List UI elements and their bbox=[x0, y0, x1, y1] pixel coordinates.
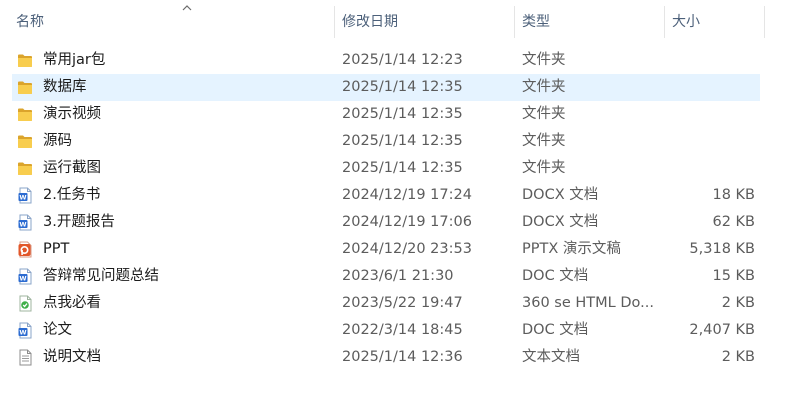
file-type: 文件夹 bbox=[522, 133, 566, 149]
folder-icon bbox=[17, 52, 33, 69]
column-header-type[interactable]: 类型 bbox=[522, 0, 662, 44]
column-header-date[interactable]: 修改日期 bbox=[342, 0, 512, 44]
file-size bbox=[667, 101, 755, 128]
file-size: 18 KB bbox=[712, 187, 755, 203]
file-type: 文件夹 bbox=[522, 52, 566, 68]
word-doc-icon: W bbox=[17, 322, 33, 339]
word-doc-icon: W bbox=[17, 268, 33, 285]
folder-icon bbox=[17, 79, 33, 96]
file-modified-date: 2025/1/14 12:35 bbox=[342, 106, 463, 122]
svg-text:W: W bbox=[19, 275, 26, 283]
folder-icon bbox=[17, 160, 33, 177]
file-type: DOC 文档 bbox=[522, 268, 589, 284]
file-size: 62 KB bbox=[712, 214, 755, 230]
file-type: PPTX 演示文稿 bbox=[522, 241, 621, 257]
svg-text:W: W bbox=[19, 329, 26, 337]
file-modified-date: 2025/1/14 12:35 bbox=[342, 79, 463, 95]
file-modified-date: 2025/1/14 12:35 bbox=[342, 133, 463, 149]
word-doc-icon: W bbox=[17, 187, 33, 204]
file-name: 3.开题报告 bbox=[43, 214, 115, 230]
file-name: 答辩常见问题总结 bbox=[43, 268, 159, 284]
file-size: 15 KB bbox=[712, 268, 755, 284]
column-header-name-label: 名称 bbox=[16, 14, 44, 30]
file-name: 2.任务书 bbox=[43, 187, 101, 203]
file-type: 文本文档 bbox=[522, 349, 580, 365]
svg-text:W: W bbox=[19, 194, 26, 202]
file-name: 数据库 bbox=[43, 79, 87, 95]
file-name: 说明文档 bbox=[43, 349, 101, 365]
file-name: PPT bbox=[43, 241, 70, 257]
column-divider[interactable] bbox=[764, 6, 765, 38]
file-row[interactable]: W 2.任务书 2024/12/19 17:24 DOCX 文档 18 KB bbox=[12, 182, 760, 209]
sort-ascending-icon bbox=[182, 5, 192, 11]
file-type: DOCX 文档 bbox=[522, 214, 599, 230]
file-modified-date: 2025/1/14 12:36 bbox=[342, 349, 463, 365]
file-modified-date: 2022/3/14 18:45 bbox=[342, 322, 463, 338]
file-name: 源码 bbox=[43, 133, 72, 149]
word-doc-icon: W bbox=[17, 214, 33, 231]
file-name: 论文 bbox=[43, 322, 72, 338]
file-name: 演示视频 bbox=[43, 106, 101, 122]
column-header-size-label: 大小 bbox=[672, 14, 700, 30]
file-size: 5,318 KB bbox=[689, 241, 755, 257]
file-size: 2 KB bbox=[721, 349, 755, 365]
file-size bbox=[667, 128, 755, 155]
column-header-bar: 名称 修改日期 类型 大小 bbox=[0, 0, 796, 44]
file-modified-date: 2024/12/19 17:06 bbox=[342, 214, 472, 230]
ppt-icon bbox=[17, 241, 33, 258]
file-explorer-details-view: 名称 修改日期 类型 大小 常用jar包 2025/1/14 12:23 文件夹 数据… bbox=[0, 0, 796, 417]
file-row[interactable]: 数据库 2025/1/14 12:35 文件夹 bbox=[12, 74, 760, 101]
html-doc-icon bbox=[17, 295, 33, 312]
column-header-date-label: 修改日期 bbox=[342, 14, 398, 30]
file-modified-date: 2025/1/14 12:23 bbox=[342, 52, 463, 68]
file-row[interactable]: 运行截图 2025/1/14 12:35 文件夹 bbox=[12, 155, 760, 182]
file-type: DOC 文档 bbox=[522, 322, 589, 338]
file-row[interactable]: W 答辩常见问题总结 2023/6/1 21:30 DOC 文档 15 KB bbox=[12, 263, 760, 290]
file-modified-date: 2024/12/19 17:24 bbox=[342, 187, 472, 203]
file-modified-date: 2025/1/14 12:35 bbox=[342, 160, 463, 176]
file-size bbox=[667, 47, 755, 74]
file-row[interactable]: 说明文档 2025/1/14 12:36 文本文档 2 KB bbox=[12, 344, 760, 371]
file-name: 运行截图 bbox=[43, 160, 101, 176]
file-modified-date: 2023/6/1 21:30 bbox=[342, 268, 454, 284]
column-header-type-label: 类型 bbox=[522, 14, 550, 30]
file-row[interactable]: 常用jar包 2025/1/14 12:23 文件夹 bbox=[12, 47, 760, 74]
file-type: 文件夹 bbox=[522, 106, 566, 122]
file-type: 文件夹 bbox=[522, 160, 566, 176]
file-name: 常用jar包 bbox=[43, 52, 106, 68]
file-type: 360 se HTML Do... bbox=[522, 295, 654, 311]
file-row[interactable]: W 论文 2022/3/14 18:45 DOC 文档 2,407 KB bbox=[12, 317, 760, 344]
file-size bbox=[667, 155, 755, 182]
svg-text:W: W bbox=[19, 221, 26, 229]
file-row[interactable]: 点我必看 2023/5/22 19:47 360 se HTML Do... 2 KB bbox=[12, 290, 760, 317]
column-divider[interactable] bbox=[334, 6, 335, 38]
file-row[interactable]: 源码 2025/1/14 12:35 文件夹 bbox=[12, 128, 760, 155]
file-size bbox=[667, 74, 755, 101]
file-size: 2,407 KB bbox=[689, 322, 755, 338]
folder-icon bbox=[17, 106, 33, 123]
file-modified-date: 2023/5/22 19:47 bbox=[342, 295, 463, 311]
folder-icon bbox=[17, 133, 33, 150]
file-name: 点我必看 bbox=[43, 295, 101, 311]
file-modified-date: 2024/12/20 23:53 bbox=[342, 241, 472, 257]
file-type: 文件夹 bbox=[522, 79, 566, 95]
text-doc-icon bbox=[17, 349, 33, 366]
file-row[interactable]: W 3.开题报告 2024/12/19 17:06 DOCX 文档 62 KB bbox=[12, 209, 760, 236]
column-header-name[interactable]: 名称 bbox=[16, 0, 334, 44]
column-divider[interactable] bbox=[664, 6, 665, 38]
file-row[interactable]: PPT 2024/12/20 23:53 PPTX 演示文稿 5,318 KB bbox=[12, 236, 760, 263]
column-divider[interactable] bbox=[514, 6, 515, 38]
file-size: 2 KB bbox=[721, 295, 755, 311]
file-type: DOCX 文档 bbox=[522, 187, 599, 203]
column-header-size[interactable]: 大小 bbox=[672, 0, 762, 44]
file-row[interactable]: 演示视频 2025/1/14 12:35 文件夹 bbox=[12, 101, 760, 128]
